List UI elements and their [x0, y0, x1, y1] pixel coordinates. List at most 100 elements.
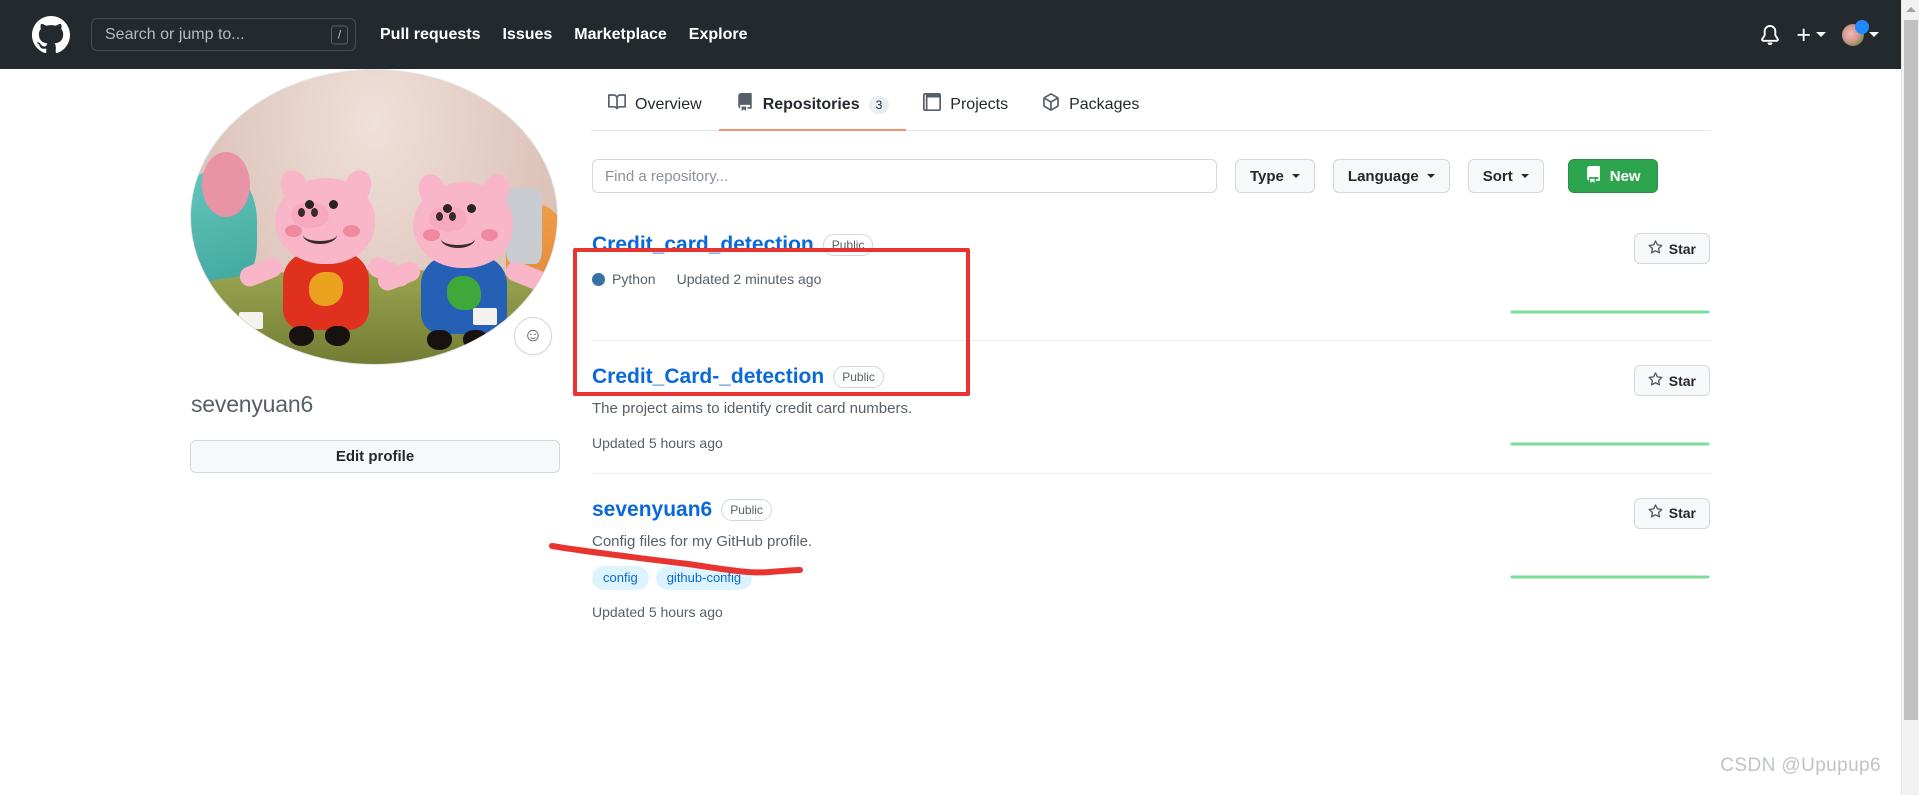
star-button-label: Star	[1669, 505, 1696, 521]
chevron-down-icon	[1521, 174, 1529, 178]
nav-item-issues[interactable]: Issues	[502, 26, 552, 44]
repo-icon	[1585, 166, 1602, 187]
repository-updated: Updated 2 minutes ago	[677, 271, 822, 287]
repository-description: The project aims to identify credit card…	[592, 398, 1392, 421]
global-header: / Pull requests Issues Marketplace Explo…	[0, 0, 1901, 69]
book-icon	[608, 93, 626, 116]
tab-projects[interactable]: Projects	[906, 93, 1025, 130]
tab-label: Overview	[635, 96, 702, 114]
status-badge: Public	[833, 366, 884, 388]
language-color-dot	[592, 273, 605, 286]
table-row: Credit_card_detection Public Python Upda…	[592, 207, 1712, 340]
chevron-down-icon	[1292, 174, 1300, 178]
scrollbar-thumb[interactable]	[1904, 20, 1918, 720]
repository-filter-bar: Type Language Sort Ne	[592, 159, 1711, 193]
set-status-emoji-button[interactable]: ☺	[514, 317, 552, 355]
activity-sparkline	[1510, 557, 1710, 583]
project-icon	[923, 93, 941, 116]
sort-filter-button[interactable]: Sort	[1468, 159, 1544, 193]
repository-details: sevenyuan6 Public Config files for my Gi…	[592, 498, 1392, 621]
star-icon	[1648, 240, 1663, 258]
activity-sparkline	[1510, 292, 1710, 318]
topic-tag[interactable]: config	[592, 566, 649, 590]
table-row: sevenyuan6 Public Config files for my Gi…	[592, 473, 1712, 643]
star-button[interactable]: Star	[1634, 233, 1710, 264]
package-icon	[1042, 93, 1060, 116]
language-label: Python	[612, 271, 656, 287]
tab-overview[interactable]: Overview	[591, 93, 719, 130]
repository-topics: config github-config	[592, 566, 1392, 590]
type-filter-label: Type	[1250, 168, 1284, 185]
github-profile-repositories-page: / Pull requests Issues Marketplace Explo…	[0, 0, 1919, 795]
repository-link[interactable]: Credit_card_detection	[592, 233, 814, 257]
repository-updated: Updated 5 hours ago	[592, 604, 723, 620]
repository-language: Python	[592, 271, 656, 287]
repository-details: Credit_Card-_detection Public The projec…	[592, 365, 1392, 451]
repository-actions: Star	[1392, 365, 1712, 451]
primary-nav: Pull requests Issues Marketplace Explore	[380, 26, 747, 44]
tab-packages[interactable]: Packages	[1025, 93, 1156, 130]
scroll-up-button[interactable]	[1902, 0, 1919, 18]
search-slash-badge: /	[331, 25, 348, 44]
profile-tabs: Overview Repositories 3 Projects	[591, 69, 1711, 131]
account-menu[interactable]	[1842, 24, 1879, 46]
global-search[interactable]: /	[91, 18, 356, 51]
edit-profile-button[interactable]: Edit profile	[190, 440, 560, 473]
repository-meta: Python Updated 2 minutes ago	[592, 271, 1392, 287]
profile-avatar-block: ☺	[190, 69, 558, 369]
status-indicator-dot	[1855, 20, 1869, 34]
bell-icon[interactable]	[1760, 24, 1780, 46]
language-filter-button[interactable]: Language	[1333, 159, 1450, 193]
repository-updated: Updated 5 hours ago	[592, 435, 723, 451]
repository-details: Credit_card_detection Public Python Upda…	[592, 233, 1392, 318]
find-repository-input[interactable]	[592, 159, 1217, 193]
page-body: ☺ sevenyuan6 Edit profile Overview	[0, 69, 1901, 795]
repository-list: Credit_card_detection Public Python Upda…	[592, 207, 1712, 642]
nav-item-pull-requests[interactable]: Pull requests	[380, 26, 480, 44]
create-new-menu[interactable]: +	[1796, 26, 1826, 44]
github-mark-icon[interactable]	[32, 16, 70, 54]
type-filter-button[interactable]: Type	[1235, 159, 1315, 193]
topic-tag[interactable]: github-config	[656, 566, 752, 590]
profile-content: Overview Repositories 3 Projects	[591, 69, 1711, 642]
header-right-actions: +	[1760, 24, 1879, 46]
repository-description: Config files for my GitHub profile.	[592, 531, 1392, 554]
search-input[interactable]	[91, 18, 356, 51]
repository-meta: Updated 5 hours ago	[592, 604, 1392, 620]
status-badge: Public	[721, 499, 772, 521]
language-filter-label: Language	[1348, 168, 1419, 185]
repository-link[interactable]: sevenyuan6	[592, 498, 712, 522]
star-icon	[1648, 372, 1663, 390]
avatar[interactable]	[190, 69, 558, 365]
chevron-down-icon	[1816, 32, 1826, 37]
new-repository-button[interactable]: New	[1568, 159, 1658, 193]
star-icon	[1648, 504, 1663, 522]
star-button-label: Star	[1669, 241, 1696, 257]
watermark: CSDN @Upupup6	[1720, 755, 1881, 777]
profile-sidebar: ☺ sevenyuan6 Edit profile	[190, 69, 560, 473]
repository-link[interactable]: Credit_Card-_detection	[592, 365, 824, 389]
repository-actions: Star	[1392, 498, 1712, 621]
tab-count-badge: 3	[869, 96, 890, 114]
tab-label: Packages	[1069, 96, 1139, 114]
repository-meta: Updated 5 hours ago	[592, 435, 1392, 451]
tab-label: Projects	[950, 96, 1008, 114]
avatar-image	[191, 70, 557, 364]
repo-icon	[736, 93, 754, 116]
chevron-up-icon	[1906, 7, 1916, 12]
profile-username: sevenyuan6	[191, 391, 560, 418]
tab-repositories[interactable]: Repositories 3	[719, 93, 907, 130]
repository-actions: Star	[1392, 233, 1712, 318]
star-button[interactable]: Star	[1634, 365, 1710, 396]
table-row: Credit_Card-_detection Public The projec…	[592, 340, 1712, 473]
sort-filter-label: Sort	[1483, 168, 1513, 185]
tab-label: Repositories	[763, 96, 860, 114]
activity-sparkline	[1510, 424, 1710, 450]
nav-item-explore[interactable]: Explore	[689, 26, 748, 44]
nav-item-marketplace[interactable]: Marketplace	[574, 26, 667, 44]
star-button-label: Star	[1669, 373, 1696, 389]
plus-icon: +	[1796, 26, 1811, 44]
star-button[interactable]: Star	[1634, 498, 1710, 529]
page-scrollbar[interactable]	[1901, 0, 1919, 795]
new-repository-label: New	[1610, 168, 1641, 185]
